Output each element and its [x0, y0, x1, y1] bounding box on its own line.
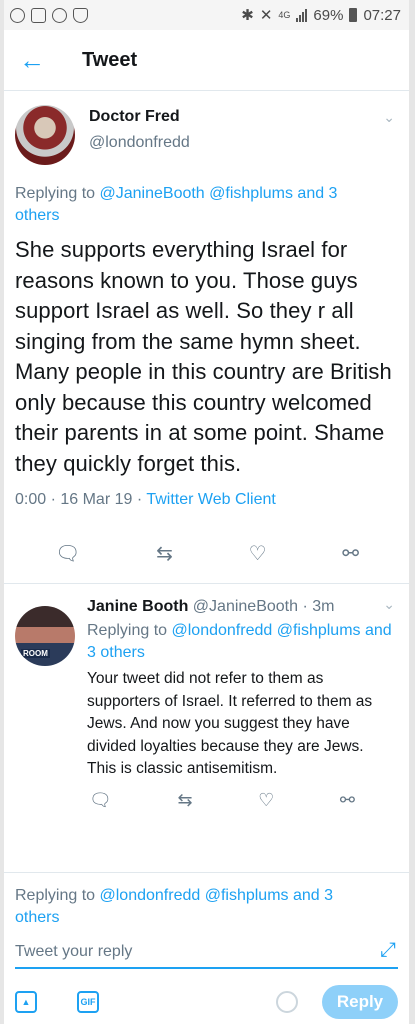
reply-author-handle[interactable]: @JanineBooth · 3m [193, 598, 335, 615]
reply-text: Your tweet did not refer to them as supp… [87, 668, 395, 781]
character-counter [276, 991, 298, 1013]
chevron-down-icon[interactable]: ⌄ [383, 596, 395, 613]
author-handle[interactable]: @londonfredd [89, 134, 190, 152]
author-names: Doctor Fred @londonfredd [89, 105, 190, 152]
replying-mentions[interactable]: @JanineBooth @fishplums and 3 [100, 185, 338, 202]
replying-prefix: Replying to [87, 622, 168, 639]
tweet-meta: 0:00 · 16 Mar 19 · Twitter Web Client [15, 491, 395, 509]
author-name[interactable]: Doctor Fred [89, 108, 190, 126]
expand-icon[interactable]: ⤢ [380, 939, 396, 962]
heart-icon[interactable]: ♡ [258, 789, 274, 811]
replying-prefix: Replying to [15, 887, 96, 904]
status-right: ✱ ✕ 4G 69% 07:27 [241, 6, 401, 25]
reply-author-name[interactable]: Janine Booth [87, 598, 188, 615]
replying-mentions[interactable]: @londonfredd @fishplums and 3 [100, 887, 334, 904]
whatsapp-icon [10, 7, 25, 23]
avatar[interactable] [15, 105, 75, 165]
gif-button[interactable]: GIF [77, 991, 99, 1013]
tweet-source[interactable]: Twitter Web Client [146, 491, 276, 508]
avatar[interactable]: ROOM [15, 606, 75, 666]
mute-icon: ✕ [259, 7, 273, 24]
replying-to: Replying to @londonfredd @fishplums and … [87, 620, 395, 664]
tweet-actions: 🗨 ⇆ ♡ ⚯ [15, 543, 395, 565]
retweet-icon[interactable]: ⇆ [156, 543, 173, 565]
reply-header: Janine Booth @JanineBooth · 3m [87, 598, 395, 616]
heart-icon[interactable]: ♡ [249, 543, 267, 565]
replying-others[interactable]: others [15, 207, 59, 224]
page-title: Tweet [82, 48, 138, 71]
share-icon[interactable]: ⚯ [340, 789, 355, 811]
whatsapp-icon [52, 7, 67, 23]
reply-text-line: Your tweet did not refer to them as supp… [87, 670, 373, 755]
reply-body: Janine Booth @JanineBooth · 3m Replying … [87, 598, 395, 811]
clock: 07:27 [363, 6, 401, 24]
reply-icon[interactable]: 🗨 [89, 789, 112, 811]
arrow-left-icon[interactable]: ← [4, 45, 60, 76]
avatar-badge: ROOM [21, 649, 50, 658]
chevron-down-icon[interactable]: ⌄ [383, 109, 395, 126]
network-label: 4G [278, 10, 291, 20]
reply-icon[interactable]: 🗨 [55, 543, 80, 565]
author-row: Doctor Fred @londonfredd [15, 105, 395, 165]
signal-icon [296, 8, 308, 22]
reply-tweet[interactable]: ⌄ ROOM Janine Booth @JanineBooth · 3m Re… [4, 584, 409, 811]
tweet-text: She supports everything Israel for reaso… [15, 237, 392, 476]
header: ← Tweet [4, 30, 409, 91]
reply-text-line: This is classic antisemitism. [87, 760, 278, 777]
replying-prefix: Replying to [15, 185, 96, 202]
share-icon[interactable]: ⚯ [342, 543, 359, 565]
image-icon[interactable]: ▲ [15, 991, 37, 1013]
battery-icon [349, 8, 358, 22]
battery-percent: 69% [313, 6, 344, 24]
app-frame: ✱ ✕ 4G 69% 07:27 ← Tweet ⌄ Doctor Fred @… [4, 0, 409, 1024]
replying-to: Replying to @londonfredd @fishplums and … [15, 885, 398, 929]
retweet-icon[interactable]: ⇆ [177, 789, 192, 811]
main-tweet: ⌄ Doctor Fred @londonfredd Replying to @… [4, 91, 409, 565]
reply-input[interactable] [15, 943, 345, 961]
composer-toolbar: ▲ GIF Reply [15, 985, 398, 1019]
reply-composer: Replying to @londonfredd @fishplums and … [4, 872, 409, 1024]
tweet-timestamp: 0:00 · 16 Mar 19 · [15, 491, 147, 508]
replying-to: Replying to @JanineBooth @fishplums and … [15, 183, 395, 227]
reply-actions: 🗨 ⇆ ♡ ⚯ [87, 789, 395, 811]
shield-icon [73, 7, 88, 23]
bluetooth-icon: ✱ [241, 7, 254, 24]
status-bar: ✱ ✕ 4G 69% 07:27 [4, 0, 409, 30]
gallery-icon [31, 7, 46, 23]
reply-button[interactable]: Reply [322, 985, 398, 1019]
reply-input-wrap: ⤢ [15, 939, 398, 969]
replying-others[interactable]: others [15, 909, 59, 926]
status-left [10, 7, 88, 23]
